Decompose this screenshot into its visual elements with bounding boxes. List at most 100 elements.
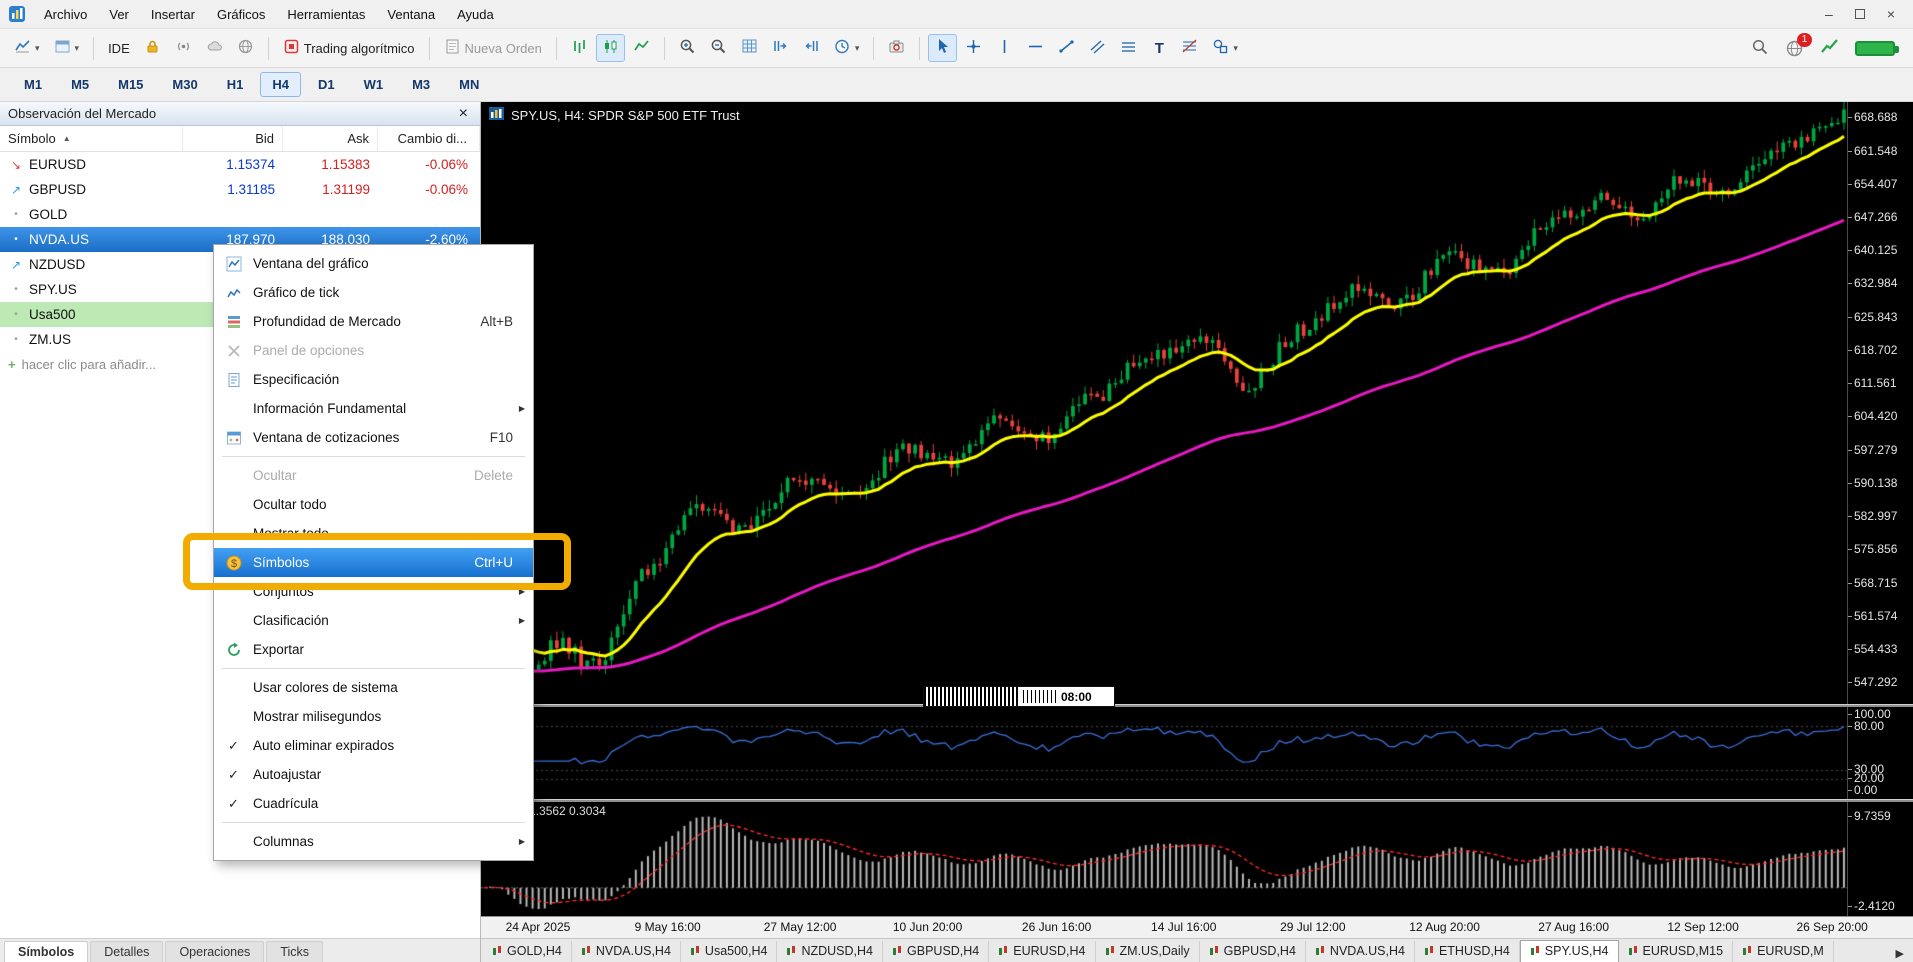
new-order-button[interactable]: Nueva Orden xyxy=(438,34,548,62)
chart-tab[interactable]: GBPUSD,H4 xyxy=(883,941,989,962)
tab-detalles[interactable]: Detalles xyxy=(90,941,163,962)
menu-item-usar-colores-de-sistema[interactable]: Usar colores de sistema xyxy=(214,673,533,702)
timeframe-m15[interactable]: M15 xyxy=(106,72,155,97)
chart-tab[interactable]: GBPUSD,H4 xyxy=(1200,941,1306,962)
zoom-out-button[interactable] xyxy=(704,34,733,62)
menu-item-mostrar-milisegundos[interactable]: Mostrar milisegundos xyxy=(214,702,533,731)
column-header-symbol[interactable]: Símbolo▲ xyxy=(0,126,183,151)
timeframe-m30[interactable]: M30 xyxy=(160,72,209,97)
tab-simbolos[interactable]: Símbolos xyxy=(4,941,88,962)
tab-operaciones[interactable]: Operaciones xyxy=(165,941,264,962)
chart-tab[interactable]: NZDUSD,H4 xyxy=(777,941,883,962)
bar-chart-button[interactable] xyxy=(565,34,594,62)
menu-item-profundidad-de-mercado[interactable]: Profundidad de MercadoAlt+B xyxy=(214,307,533,336)
time-axis[interactable]: 24 Apr 20259 May 16:0027 May 12:0010 Jun… xyxy=(481,916,1913,938)
menu-item-informacion-fundamental[interactable]: Información Fundamental▶ xyxy=(214,394,533,423)
chart-tab[interactable]: GOLD,H4 xyxy=(483,941,572,962)
timeframe-m5[interactable]: M5 xyxy=(59,72,101,97)
menu-item-simbolos[interactable]: $ SímbolosCtrl+U xyxy=(214,548,533,577)
signals-button[interactable] xyxy=(169,34,198,62)
timeframe-mn[interactable]: MN xyxy=(447,72,491,97)
close-icon[interactable]: × xyxy=(455,105,472,123)
macd-canvas[interactable] xyxy=(481,802,1847,916)
shift-chart-button[interactable] xyxy=(766,34,795,62)
candlestick-chart-button[interactable] xyxy=(596,34,625,62)
timeframe-m3[interactable]: M3 xyxy=(400,72,442,97)
menu-item-conjuntos[interactable]: Conjuntos▶ xyxy=(214,577,533,606)
column-header-change[interactable]: Cambio di... xyxy=(378,126,480,151)
chart-tab[interactable]: EURUSD,H4 xyxy=(989,941,1095,962)
horizontal-line-button[interactable] xyxy=(1021,34,1050,62)
menu-item-auto-eliminar-expirados[interactable]: ✓ Auto eliminar expirados xyxy=(214,731,533,760)
menu-item-clasificacion[interactable]: Clasificación▶ xyxy=(214,606,533,635)
maximize-button[interactable] xyxy=(1855,9,1865,19)
market-watch-row[interactable]: •GOLD xyxy=(0,202,480,227)
notifications-button[interactable]: 1 xyxy=(1785,39,1804,58)
market-button[interactable] xyxy=(138,34,167,62)
crosshair-button[interactable] xyxy=(959,34,988,62)
menu-item-ventana-del-grafico[interactable]: Ventana del gráfico xyxy=(214,249,533,278)
auto-scroll-button[interactable] xyxy=(797,34,826,62)
menu-item-grafico-de-tick[interactable]: Gráfico de tick xyxy=(214,278,533,307)
chart-tab[interactable]: EURUSD,M xyxy=(1733,941,1834,962)
chart-tab[interactable]: Usa500,H4 xyxy=(681,941,778,962)
menu-ventana[interactable]: Ventana xyxy=(377,3,445,26)
chart-tab[interactable]: NVDA.US,H4 xyxy=(572,941,681,962)
market-watch-row[interactable]: ↘EURUSD 1.15374 1.15383 -0.06% xyxy=(0,152,480,177)
oscillator-pane[interactable]: 36.27 100.00 80.00 30.00 20.00 0.00 xyxy=(481,707,1913,799)
oscillator-scale[interactable]: 100.00 80.00 30.00 20.00 0.00 xyxy=(1847,707,1913,799)
chart-tab-active[interactable]: SPY.US,H4 xyxy=(1520,940,1619,962)
profiles-button[interactable]: ▾ xyxy=(48,34,86,62)
period-clock-button[interactable]: ▾ xyxy=(828,34,866,62)
menu-item-autoajustar[interactable]: ✓ Autoajustar xyxy=(214,760,533,789)
text-tool-button[interactable]: T xyxy=(1145,34,1173,62)
trendline-button[interactable] xyxy=(1052,34,1081,62)
menu-item-ocultar-todo[interactable]: Ocultar todo xyxy=(214,490,533,519)
chart-tab[interactable]: NVDA.US,H4 xyxy=(1306,941,1415,962)
timeframe-d1[interactable]: D1 xyxy=(306,72,347,97)
tab-ticks[interactable]: Ticks xyxy=(266,941,323,962)
line-chart-button[interactable] xyxy=(627,34,656,62)
menu-herramientas[interactable]: Herramientas xyxy=(277,3,375,26)
menu-ver[interactable]: Ver xyxy=(99,3,139,26)
vertical-line-button[interactable] xyxy=(990,34,1019,62)
search-icon[interactable] xyxy=(1751,38,1769,59)
fibonacci-button[interactable] xyxy=(1175,34,1204,62)
menu-archivo[interactable]: Archivo xyxy=(34,3,97,26)
close-window-button[interactable]: × xyxy=(1887,6,1895,22)
tab-scroll-right-icon[interactable]: ▶ xyxy=(1887,945,1913,962)
price-chart-canvas[interactable] xyxy=(481,102,1847,704)
shapes-button[interactable]: ▾ xyxy=(1206,34,1244,62)
new-chart-button[interactable]: ▾ xyxy=(8,34,46,62)
menu-item-columnas[interactable]: Columnas▶ xyxy=(214,827,533,856)
price-pane[interactable]: SPY.US, H4: SPDR S&P 500 ETF Trust 08:00… xyxy=(481,102,1913,704)
zoom-in-button[interactable] xyxy=(673,34,702,62)
column-header-bid[interactable]: Bid xyxy=(183,126,283,151)
timeframe-w1[interactable]: W1 xyxy=(352,72,396,97)
grid-button[interactable] xyxy=(735,34,764,62)
chart-tab[interactable]: ETHUSD,H4 xyxy=(1415,941,1520,962)
menu-item-ventana-de-cotizaciones[interactable]: Ventana de cotizacionesF10 xyxy=(214,423,533,452)
column-header-ask[interactable]: Ask xyxy=(283,126,378,151)
cursor-button[interactable] xyxy=(928,34,957,62)
equidistant-channel-button[interactable] xyxy=(1114,34,1143,62)
menu-item-exportar[interactable]: Exportar xyxy=(214,635,533,664)
menu-item-especificacion[interactable]: Especificación xyxy=(214,365,533,394)
chart-tab[interactable]: EURUSD,M15 xyxy=(1619,941,1734,962)
macd-scale[interactable]: 9.7359 -2.4120 xyxy=(1847,802,1913,916)
menu-item-mostrar-todo[interactable]: Mostrar todo xyxy=(214,519,533,548)
oscillator-canvas[interactable] xyxy=(481,707,1847,799)
timeframe-m1[interactable]: M1 xyxy=(12,72,54,97)
community-button[interactable] xyxy=(231,34,260,62)
price-scale[interactable]: 668.688661.548654.407647.266640.125632.9… xyxy=(1847,102,1913,704)
market-watch-row[interactable]: ↗GBPUSD 1.31185 1.31199 -0.06% xyxy=(0,177,480,202)
algo-trading-button[interactable]: Trading algorítmico xyxy=(277,34,421,62)
timeframe-h4[interactable]: H4 xyxy=(260,72,301,97)
chart-tab[interactable]: ZM.US,Daily xyxy=(1096,941,1200,962)
menu-ayuda[interactable]: Ayuda xyxy=(447,3,504,26)
timeframe-h1[interactable]: H1 xyxy=(215,72,256,97)
minimize-button[interactable]: – xyxy=(1825,6,1833,22)
menu-item-cuadricula[interactable]: ✓ Cuadrícula xyxy=(214,789,533,818)
screenshot-button[interactable] xyxy=(882,34,911,62)
menu-insertar[interactable]: Insertar xyxy=(141,3,205,26)
